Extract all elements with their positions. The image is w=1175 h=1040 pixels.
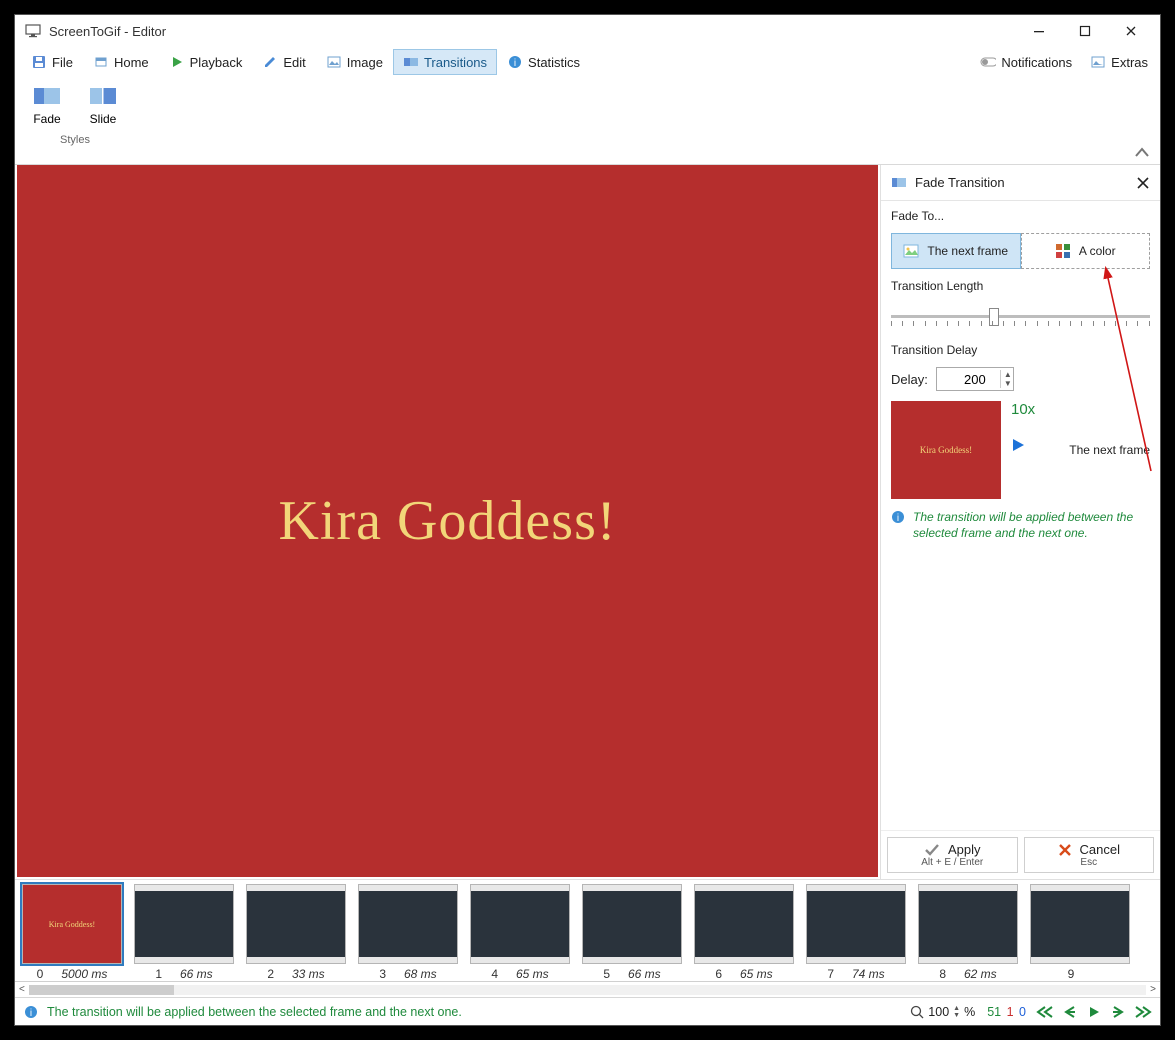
panel-icon: [891, 175, 907, 191]
timeline-scrollbar[interactable]: <>: [15, 981, 1160, 997]
extras-icon: [1090, 54, 1106, 70]
home-icon: [93, 54, 109, 70]
ribbon-group-label: Styles: [60, 134, 90, 146]
image-icon: [326, 54, 342, 70]
fade-icon: [33, 85, 61, 109]
panel-close-icon[interactable]: [1136, 176, 1150, 190]
tab-edit[interactable]: Edit: [252, 49, 315, 75]
tab-transitions[interactable]: Transitions: [393, 49, 497, 75]
pencil-icon: [262, 54, 278, 70]
frame-count: 10x: [1011, 401, 1035, 418]
close-button[interactable]: [1108, 15, 1154, 47]
next-frame-label: The next frame: [1069, 443, 1150, 457]
tab-statistics[interactable]: iStatistics: [497, 49, 590, 75]
timeline-frame[interactable]: 862 ms: [917, 884, 1019, 981]
tab-file[interactable]: File: [21, 49, 83, 75]
timeline-frame[interactable]: 465 ms: [469, 884, 571, 981]
svg-text:i: i: [514, 58, 516, 69]
window-title: ScreenToGif - Editor: [49, 24, 166, 39]
transitions-icon: [403, 54, 419, 70]
info-text: The transition will be applied between t…: [913, 509, 1150, 541]
delay-spinner[interactable]: ▲▼: [1000, 370, 1015, 388]
transition-delay-label: Transition Delay: [891, 343, 1150, 357]
timeline-frame[interactable]: 665 ms: [693, 884, 795, 981]
cancel-button[interactable]: Cancel Esc: [1024, 837, 1155, 873]
color-grid-icon: [1055, 243, 1071, 259]
transition-length-slider[interactable]: [891, 303, 1150, 333]
x-icon: [1058, 843, 1072, 857]
tab-image[interactable]: Image: [316, 49, 393, 75]
frame-timeline: Kira Goddess!05000 ms166 ms233 ms368 ms4…: [15, 879, 1160, 997]
notifications-button[interactable]: Notifications: [974, 51, 1078, 73]
preview-play-icon[interactable]: [1011, 438, 1025, 452]
timeline-frame[interactable]: Kira Goddess!05000 ms: [21, 884, 123, 981]
timeline-frame[interactable]: 774 ms: [805, 884, 907, 981]
save-icon: [31, 54, 47, 70]
status-message: The transition will be applied between t…: [47, 1005, 462, 1019]
preview-thumbnail: Kira Goddess!: [891, 401, 1001, 499]
fade-to-color[interactable]: A color: [1021, 233, 1151, 269]
app-icon: [25, 23, 41, 39]
frame-counts: 51 1 0: [985, 1005, 1026, 1019]
timeline-frame[interactable]: 566 ms: [581, 884, 683, 981]
nav-play-icon[interactable]: [1088, 1006, 1100, 1018]
nav-prev-icon[interactable]: [1064, 1006, 1078, 1018]
collapse-ribbon-icon[interactable]: [1134, 146, 1150, 160]
canvas-text: Kira Goddess!: [278, 489, 616, 553]
tab-home[interactable]: Home: [83, 49, 159, 75]
timeline-frame[interactable]: 368 ms: [357, 884, 459, 981]
transition-length-label: Transition Length: [891, 279, 1150, 293]
ribbon-tabs: File Home Playback Edit Image Transition…: [15, 47, 1160, 77]
fade-to-next-frame[interactable]: The next frame: [891, 233, 1021, 269]
maximize-button[interactable]: [1062, 15, 1108, 47]
delay-label: Delay:: [891, 372, 928, 387]
preview-canvas: Kira Goddess!: [17, 165, 878, 877]
play-icon: [169, 54, 185, 70]
magnifier-icon: [910, 1005, 924, 1019]
fade-style-button[interactable]: Fade: [21, 81, 73, 130]
fade-transition-panel: Fade Transition Fade To... The next fram…: [880, 165, 1160, 879]
timeline-frame[interactable]: 233 ms: [245, 884, 347, 981]
slide-icon: [89, 85, 117, 109]
info-icon: i: [23, 1004, 39, 1020]
nav-last-icon[interactable]: [1134, 1006, 1152, 1018]
zoom-control[interactable]: 100 ▲▼ %: [910, 1005, 975, 1019]
panel-title: Fade Transition: [915, 175, 1005, 190]
nav-next-icon[interactable]: [1110, 1006, 1124, 1018]
extras-button[interactable]: Extras: [1084, 51, 1154, 73]
timeline-frame[interactable]: 9: [1029, 884, 1131, 981]
picture-icon: [903, 243, 919, 259]
slide-style-button[interactable]: Slide: [77, 81, 129, 130]
fade-to-label: Fade To...: [891, 209, 1150, 223]
minimize-button[interactable]: [1016, 15, 1062, 47]
info-icon: i: [891, 509, 905, 525]
check-icon: [924, 843, 940, 857]
nav-first-icon[interactable]: [1036, 1006, 1054, 1018]
svg-text:i: i: [30, 1008, 32, 1019]
timeline-frame[interactable]: 166 ms: [133, 884, 235, 981]
apply-button[interactable]: Apply Alt + E / Enter: [887, 837, 1018, 873]
status-bar: i The transition will be applied between…: [15, 997, 1160, 1025]
ribbon-body: Fade Slide Styles: [15, 77, 1160, 165]
svg-text:i: i: [897, 513, 899, 524]
info-icon: i: [507, 54, 523, 70]
title-bar: ScreenToGif - Editor: [15, 15, 1160, 47]
toggle-icon: [980, 54, 996, 70]
tab-playback[interactable]: Playback: [159, 49, 253, 75]
